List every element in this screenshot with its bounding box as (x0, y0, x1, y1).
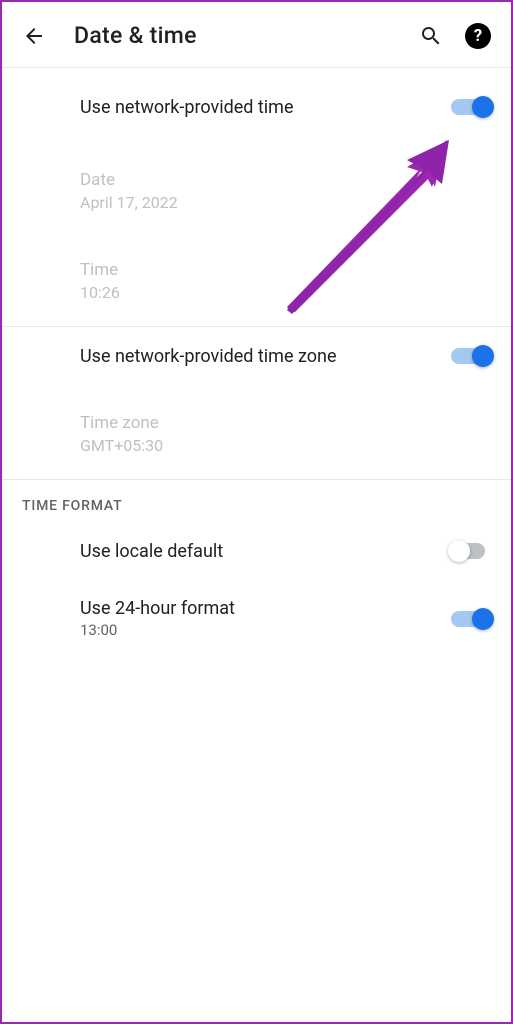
network-time-row[interactable]: Use network-provided time (2, 78, 511, 136)
network-timezone-label: Use network-provided time zone (80, 346, 451, 367)
header-actions: ? (419, 23, 491, 49)
help-icon[interactable]: ? (465, 23, 491, 49)
locale-default-label: Use locale default (80, 541, 451, 562)
timezone-label: Time zone (80, 413, 491, 433)
search-icon[interactable] (419, 24, 443, 48)
back-icon[interactable] (22, 24, 46, 48)
page-title: Date & time (74, 22, 391, 49)
network-time-label: Use network-provided time (80, 97, 451, 118)
date-label: Date (80, 170, 491, 190)
hour24-toggle[interactable] (451, 608, 491, 630)
time-row: Time 10:26 (2, 246, 511, 316)
time-format-header: TIME FORMAT (2, 480, 511, 522)
locale-default-toggle[interactable] (451, 540, 491, 562)
date-value: April 17, 2022 (80, 193, 491, 212)
time-value: 10:26 (80, 283, 491, 302)
locale-default-row[interactable]: Use locale default (2, 522, 511, 580)
settings-content: Use network-provided time Date April 17,… (2, 68, 511, 657)
timezone-value: GMT+05:30 (80, 436, 491, 455)
date-row: Date April 17, 2022 (2, 156, 511, 226)
network-time-toggle[interactable] (451, 96, 491, 118)
hour24-row[interactable]: Use 24-hour format 13:00 (2, 580, 511, 657)
hour24-label: Use 24-hour format (80, 598, 451, 619)
network-timezone-toggle[interactable] (451, 345, 491, 367)
hour24-sub: 13:00 (80, 621, 451, 639)
network-timezone-row[interactable]: Use network-provided time zone (2, 327, 511, 385)
timezone-row: Time zone GMT+05:30 (2, 399, 511, 469)
app-header: Date & time ? (2, 2, 511, 68)
time-label: Time (80, 260, 491, 280)
